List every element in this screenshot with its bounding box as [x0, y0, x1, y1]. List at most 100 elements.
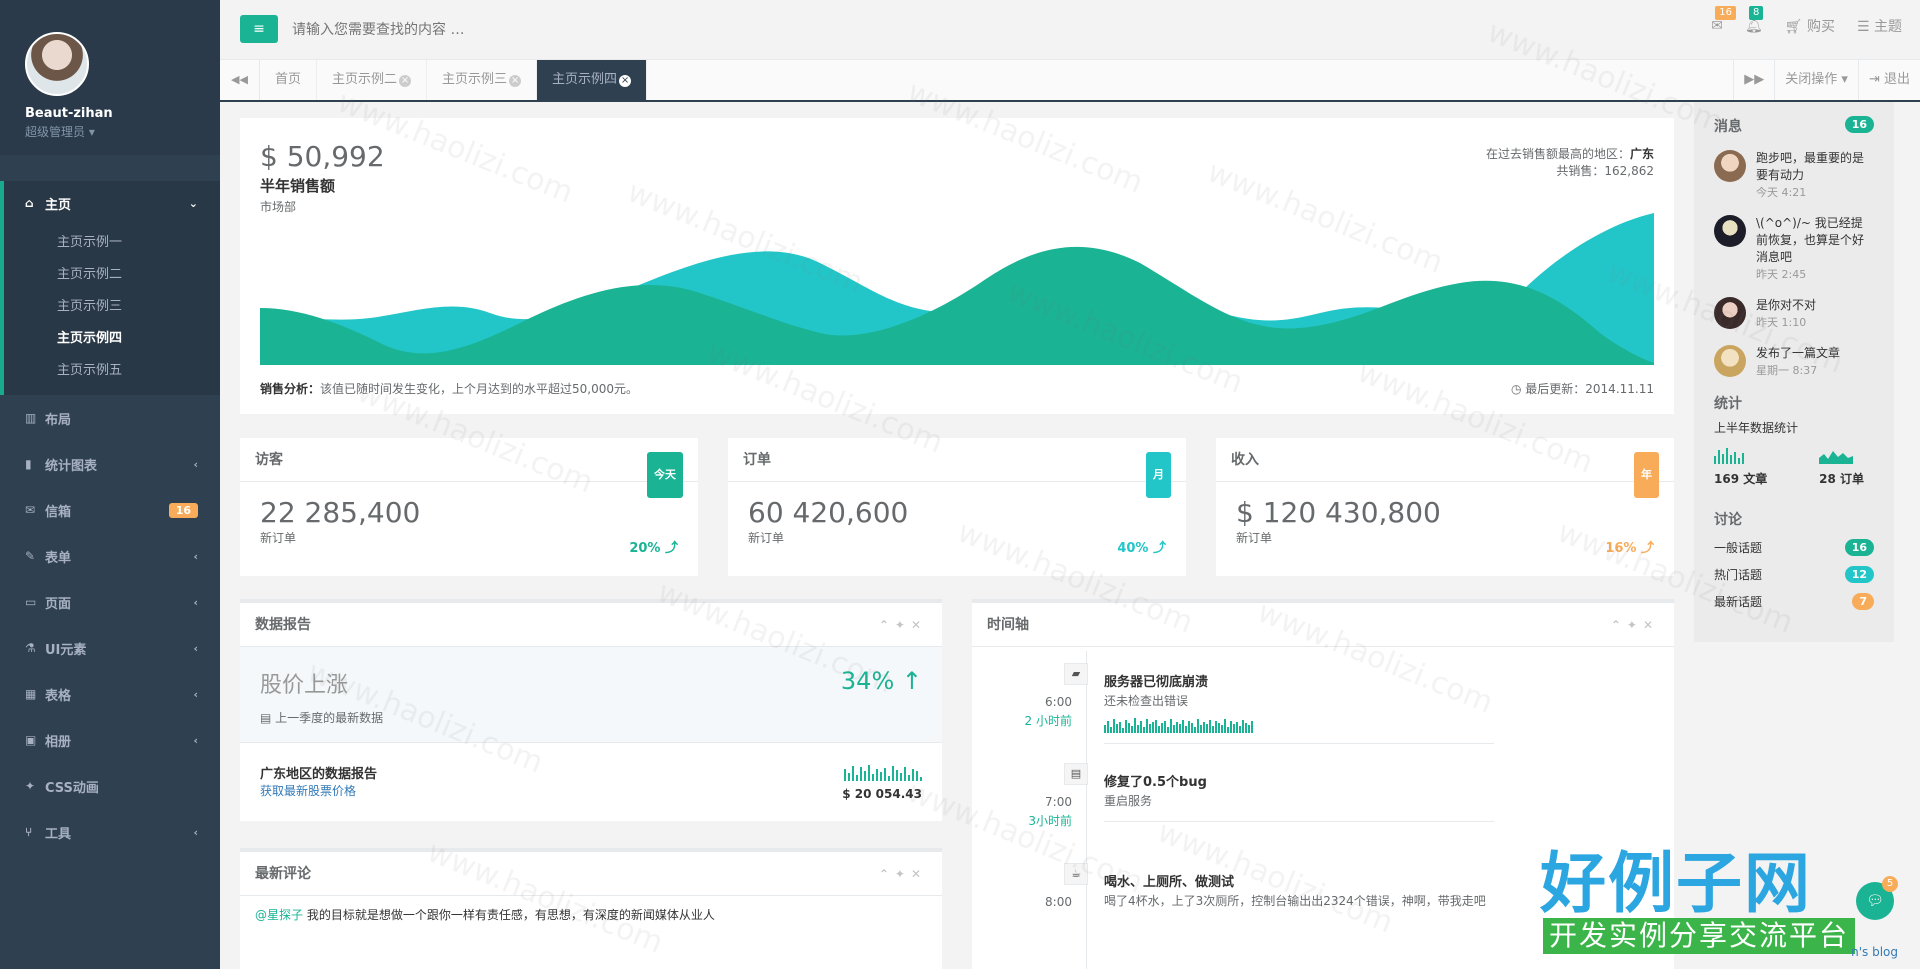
sales-region: 在过去销售额最高的地区：广东 共销售：162,862	[1486, 146, 1654, 180]
user-name[interactable]: Beaut-zihan	[25, 106, 220, 121]
buy-link[interactable]: 🛒︎ 购买	[1785, 16, 1835, 36]
spark-bar	[1200, 725, 1202, 733]
message-item[interactable]: 跑步吧，最重要的是要有动力 今天 4:21	[1714, 150, 1874, 201]
user-role-dropdown[interactable]: 超级管理员 ▾	[25, 123, 220, 140]
comment-user-link[interactable]: @星探子	[255, 908, 303, 922]
menu-toggle-button[interactable]: ≡	[240, 15, 278, 43]
timeline-time: 6:00 2 小时前	[982, 693, 1072, 731]
close-icon[interactable]: ✕	[1643, 618, 1659, 632]
file-icon: ▤	[1064, 763, 1088, 785]
spark-bar	[1122, 728, 1124, 733]
tabs-scroll-right-button[interactable]: ▶▶	[1733, 60, 1774, 100]
region-value: 广东	[1629, 147, 1654, 161]
stock-price-link[interactable]: 获取最新股票价格	[260, 782, 922, 799]
discuss-item[interactable]: 最新话题 7	[1714, 593, 1874, 610]
orders-area-sparkline	[1819, 451, 1854, 464]
spark-bar	[1182, 720, 1184, 733]
tab-home[interactable]: 首页	[260, 60, 318, 100]
sub-item-home-1[interactable]: 主页示例一	[4, 227, 220, 259]
message-item[interactable]: \(^o^)/~ 我已经提前恢复，也算是个好消息吧 昨天 2:45	[1714, 215, 1874, 283]
theme-link[interactable]: ☰ 主题	[1857, 16, 1902, 36]
spark-bar	[844, 769, 846, 781]
collapse-icon[interactable]: ⌃	[879, 867, 895, 881]
picture-icon: ▣	[25, 733, 37, 747]
wrench-icon[interactable]: ✦	[895, 867, 911, 881]
home-icon: ⌂	[25, 196, 34, 210]
spark-bar	[1176, 722, 1178, 733]
spark-bar	[1242, 720, 1244, 733]
tab-close-icon[interactable]: ×	[619, 75, 632, 87]
sub-item-home-3[interactable]: 主页示例三	[4, 291, 220, 323]
sign-out-icon: ⇥	[1868, 72, 1880, 87]
tab-close-icon[interactable]: ×	[509, 75, 522, 87]
nav-item-pages[interactable]: ▭ 页面 ‹	[0, 579, 220, 625]
collapse-icon[interactable]: ⌃	[879, 618, 895, 632]
wrench-icon[interactable]: ✦	[895, 618, 911, 632]
spark-bar	[876, 769, 878, 781]
wrench-icon[interactable]: ✦	[1627, 618, 1643, 632]
sales-title: 半年销售额	[260, 177, 336, 195]
table-icon: ▦	[25, 687, 37, 701]
orders-stat: 28 订单	[1819, 448, 1864, 487]
spark-bar	[1140, 721, 1142, 733]
user-role: 超级管理员	[25, 125, 86, 139]
spark-bar	[1104, 725, 1106, 733]
mail-notification[interactable]: ✉ 16	[1711, 6, 1736, 34]
nav-item-layout[interactable]: ▥ 布局	[0, 395, 220, 441]
nav-item-home[interactable]: ⌂ 主页 ⌄	[0, 181, 220, 225]
right-sidebar: 消息 16 跑步吧，最重要的是要有动力 今天 4:21 \(^o^)/~ 我已经提前…	[1694, 102, 1894, 642]
search-input[interactable]	[292, 14, 692, 46]
nav-item-gallery[interactable]: ▣ 相册 ‹	[0, 717, 220, 763]
nav-item-forms[interactable]: ✎ 表单 ‹	[0, 533, 220, 579]
collapse-icon[interactable]: ⌃	[1611, 618, 1627, 632]
panel-tools: ⌃✦✕	[879, 603, 927, 647]
spark-bar	[1221, 725, 1223, 733]
sub-item-home-4[interactable]: 主页示例四	[4, 323, 220, 355]
alert-notification[interactable]: 🔔︎ 8	[1745, 6, 1764, 34]
discuss-item[interactable]: 热门话题 12	[1714, 566, 1874, 583]
comment-item: @星探子 我的目标就是想做一个跟你一样有责任感，有思想，有深度的新闻媒体从业人	[240, 896, 942, 933]
spark-bar	[920, 777, 922, 781]
close-ops-dropdown[interactable]: 关闭操作 ▾	[1774, 60, 1858, 100]
clock-icon: ◷	[1510, 382, 1522, 396]
panel-tools: ⌃✦✕	[879, 852, 927, 896]
nav-item-css-animation[interactable]: ✦ CSS动画	[0, 763, 220, 809]
nav-item-tools[interactable]: ⑂ 工具 ‹	[0, 809, 220, 855]
logout-button[interactable]: ⇥ 退出	[1857, 60, 1920, 100]
footer-blog-link[interactable]: n's blog	[1851, 945, 1898, 959]
spark-bar	[1125, 720, 1127, 733]
page-tabs: 首页 主页示例二 × 主页示例三 × 主页示例四 ×	[260, 60, 648, 100]
close-icon[interactable]: ✕	[911, 867, 927, 881]
sub-item-home-2[interactable]: 主页示例二	[4, 259, 220, 291]
forward-icon: ▶▶	[1744, 72, 1765, 87]
spark-bar	[1149, 724, 1151, 733]
close-icon[interactable]: ✕	[911, 618, 927, 632]
tab-home-2[interactable]: 主页示例二 ×	[317, 60, 428, 100]
tab-label: 主页示例二	[332, 72, 398, 87]
timeline-body: 服务器已彻底崩溃 还未检查出错误	[1104, 673, 1494, 744]
nav-label: 页面	[45, 596, 72, 612]
spark-bar	[1218, 723, 1220, 733]
spark-bar	[1110, 727, 1112, 733]
nav-item-mailbox[interactable]: ✉ 信箱 16	[0, 487, 220, 533]
spark-bar	[900, 773, 902, 781]
message-item[interactable]: 发布了一篇文章 星期一 8:37	[1714, 345, 1874, 379]
tab-close-icon[interactable]: ×	[399, 75, 412, 87]
nav-item-charts[interactable]: ▮ 统计图表 ‹	[0, 441, 220, 487]
tabs-scroll-left-button[interactable]: ◀◀	[220, 60, 260, 100]
nav-item-ui[interactable]: ⚗ UI元素 ‹	[0, 625, 220, 671]
sub-item-home-5[interactable]: 主页示例五	[4, 355, 220, 387]
spark-bar	[1206, 724, 1208, 733]
discuss-item[interactable]: 一般话题 16	[1714, 539, 1874, 556]
stat-value: $ 120 430,800	[1236, 496, 1441, 529]
tab-home-4[interactable]: 主页示例四 ×	[537, 60, 648, 100]
nav-item-tables[interactable]: ▦ 表格 ‹	[0, 671, 220, 717]
edit-icon: ✎	[25, 549, 36, 563]
chat-button[interactable]: 💬︎ 5	[1856, 876, 1898, 920]
avatar[interactable]	[25, 32, 89, 96]
total-value: 162,862	[1604, 164, 1654, 178]
message-item[interactable]: 是你对不对 昨天 1:10	[1714, 297, 1874, 331]
region-label: 在过去销售额最高的地区：	[1485, 147, 1630, 161]
tab-home-3[interactable]: 主页示例三 ×	[427, 60, 538, 100]
tab-label: 主页示例四	[552, 72, 618, 87]
